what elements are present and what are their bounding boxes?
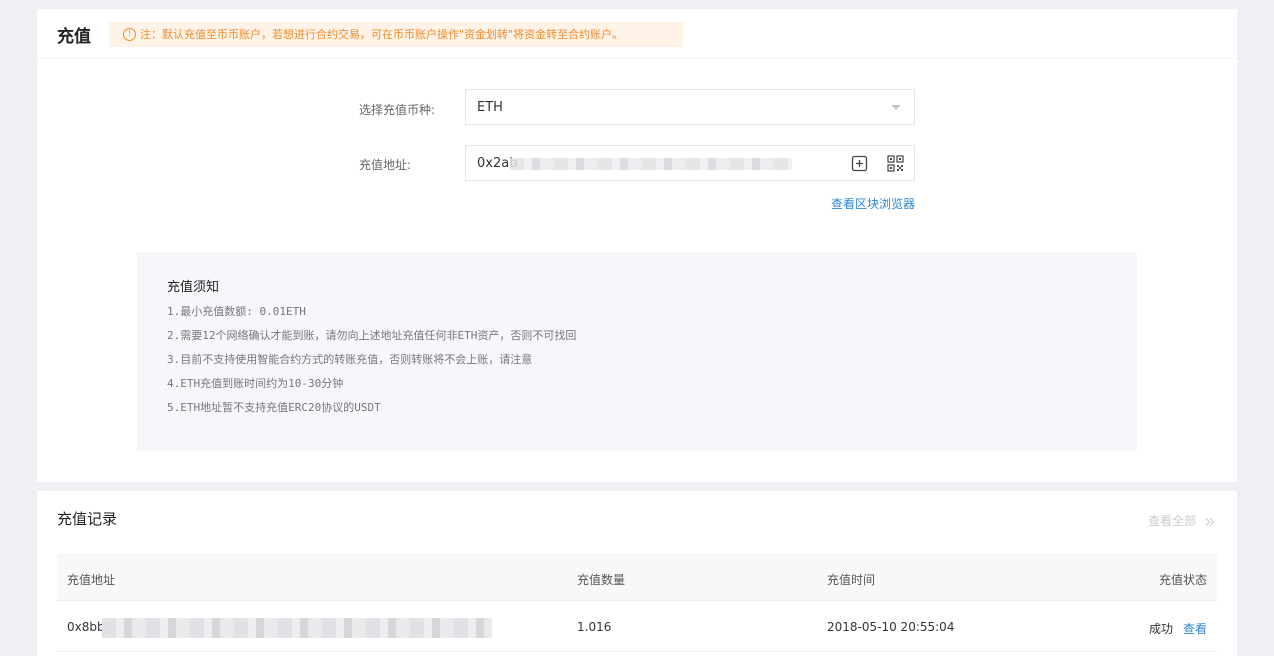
- note-item: 3.目前不支持使用智能合约方式的转账充值，否则转账将不会上账，请注意: [167, 353, 533, 366]
- qr-code-icon[interactable]: [887, 155, 904, 172]
- note-item: 5.ETH地址暂不支持充值ERC20协议的USDT: [167, 401, 381, 414]
- page-title: 充值: [57, 27, 91, 47]
- records-table: 充值地址 充值数量 充值时间 充值状态 0x8bb 1.016 2018-05-…: [57, 553, 1217, 652]
- row-address: 0x8bb: [67, 620, 105, 634]
- deposit-header: 充值 ! 注：默认充值至币币账户，若想进行合约交易，可在币币账户操作"资金划转"将…: [37, 9, 1237, 59]
- view-all-link[interactable]: 查看全部: [1148, 512, 1215, 529]
- address-label: 充值地址:: [359, 158, 412, 172]
- deposit-panel: 充值 ! 注：默认充值至币币账户，若想进行合约交易，可在币币账户操作"资金划转"将…: [37, 9, 1237, 482]
- coin-select-value: ETH: [477, 100, 503, 115]
- coin-select-label: 选择充值币种:: [359, 103, 436, 117]
- address-redacted: [102, 618, 492, 638]
- notice-banner: ! 注：默认充值至币币账户，若想进行合约交易，可在币币账户操作"资金划转"将资金转…: [109, 22, 683, 47]
- column-header-address: 充值地址: [67, 573, 116, 587]
- column-header-time: 充值时间: [827, 573, 876, 587]
- row-time: 2018-05-10 20:55:04: [827, 620, 955, 634]
- column-header-amount: 充值数量: [577, 573, 626, 587]
- deposit-notes: 充值须知 1.最小充值数额: 0.01ETH 2.需要12个网络确认才能到账，请…: [137, 252, 1137, 451]
- records-panel: 充值记录 查看全部 充值地址 充值数量 充值时间 充值状态 0x8bb 1.01…: [37, 491, 1237, 656]
- dropdown-caret-icon: [891, 105, 901, 110]
- view-detail-link[interactable]: 查看: [1183, 622, 1207, 636]
- address-field[interactable]: 0x2ab: [465, 145, 915, 181]
- note-item: 4.ETH充值到账时间约为10-30分钟: [167, 377, 344, 390]
- table-header: 充值地址 充值数量 充值时间 充值状态: [57, 553, 1217, 601]
- notice-text: 注：默认充值至币币账户，若想进行合约交易，可在币币账户操作"资金划转"将资金转至…: [140, 28, 624, 41]
- copy-icon[interactable]: [851, 155, 868, 172]
- warning-icon: !: [123, 27, 136, 41]
- table-row: 0x8bb 1.016 2018-05-10 20:55:04 成功 查看: [57, 601, 1217, 652]
- note-item: 1.最小充值数额: 0.01ETH: [167, 305, 306, 318]
- notes-list: 1.最小充值数额: 0.01ETH 2.需要12个网络确认才能到账，请勿向上述地…: [167, 304, 576, 424]
- address-redacted: [510, 158, 792, 170]
- block-explorer-link[interactable]: 查看区块浏览器: [831, 195, 915, 212]
- chevron-double-right-icon: [1200, 514, 1215, 528]
- view-all-label: 查看全部: [1148, 514, 1197, 528]
- status-badge: 成功: [1148, 622, 1173, 636]
- row-status-cell: 成功 查看: [1149, 620, 1207, 637]
- coin-select[interactable]: ETH: [465, 89, 915, 125]
- row-amount: 1.016: [577, 620, 612, 634]
- column-header-status: 充值状态: [1158, 573, 1207, 587]
- records-title: 充值记录: [57, 510, 118, 528]
- note-item: 2.需要12个网络确认才能到账，请勿向上述地址充值任何非ETH资产，否则不可找回: [167, 329, 577, 342]
- notes-title: 充值须知: [167, 280, 220, 295]
